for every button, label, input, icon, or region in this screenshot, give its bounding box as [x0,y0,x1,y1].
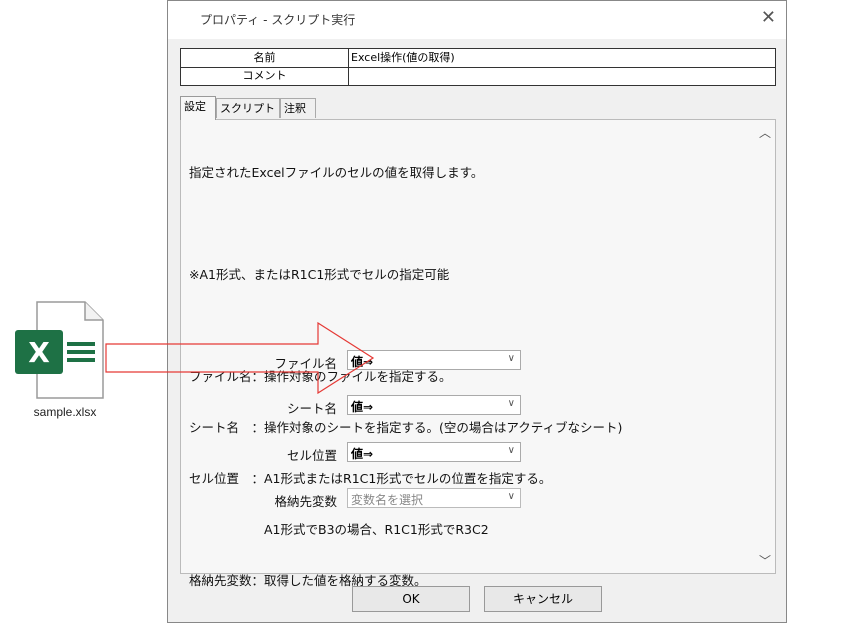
cancel-button[interactable]: キャンセル [484,586,602,612]
cell-position-value: 値⇒ [351,447,374,461]
store-variable-placeholder: 変数名を選択 [351,493,424,507]
description-line: セル位置 ：A1形式またはR1C1形式でセルの位置を指定する。 [189,471,552,486]
title-bar: プロパティ - スクリプト実行 ✕ [168,1,786,39]
excel-file-icon[interactable]: X [15,300,105,400]
tab-script[interactable]: スクリプト [216,98,280,118]
description-text: 指定されたExcelファイルのセルの値を取得します。 ​ ※A1形式、またはR1… [189,130,622,623]
description-line: ​ [189,215,622,232]
close-icon[interactable]: ✕ [761,7,776,28]
comment-label: コメント [181,67,349,85]
tab-settings[interactable]: 設定 [180,96,216,120]
store-variable-field-label: 格納先変数 [274,494,337,509]
file-name-field-label: ファイル名 [274,356,337,371]
ok-button[interactable]: OK [352,586,470,612]
comment-row: コメント [181,67,775,85]
chevron-down-icon: ∨ [507,398,515,409]
description-line: 指定されたExcelファイルのセルの値を取得します。 [189,165,484,180]
sheet-name-value: 値⇒ [351,400,374,414]
description-line: シート名 ：操作対象のシートを指定する。(空の場合はアクティブなシート) [189,420,623,435]
properties-dialog: プロパティ - スクリプト実行 ✕ 名前 Excel操作(値の取得) コメント … [167,0,787,623]
store-variable-select[interactable]: 変数名を選択 ∨ [347,488,521,508]
name-value[interactable]: Excel操作(値の取得) [351,49,455,67]
description-line: ​ [189,317,622,334]
file-name-value: 値⇒ [351,355,374,369]
svg-text:X: X [28,336,50,369]
chevron-down-icon: ∨ [507,353,515,364]
file-name-select[interactable]: 値⇒ ∨ [347,350,521,370]
file-name-label: sample.xlsx [33,405,97,419]
scroll-up-icon[interactable]: ︿ [759,124,771,141]
name-label: 名前 [181,49,349,67]
dialog-title: プロパティ - スクリプト実行 [200,13,356,27]
sheet-name-field-label: シート名 [286,401,337,416]
description-line: A1形式でB3の場合、R1C1形式でR3C2 [189,522,489,537]
cell-position-select[interactable]: 値⇒ ∨ [347,442,521,462]
cell-position-field-label: セル位置 [286,448,337,463]
name-row: 名前 Excel操作(値の取得) [181,49,775,68]
sheet-name-select[interactable]: 値⇒ ∨ [347,395,521,415]
chevron-down-icon: ∨ [507,491,515,502]
tab-notes[interactable]: 注釈 [280,98,316,118]
scroll-down-icon[interactable]: ﹀ [759,552,771,569]
description-line: ※A1形式、またはR1C1形式でセルの指定可能 [189,267,450,282]
properties-table: 名前 Excel操作(値の取得) コメント [180,48,776,86]
chevron-down-icon: ∨ [507,445,515,456]
settings-panel: ︿ 指定されたExcelファイルのセルの値を取得します。 ​ ※A1形式、または… [180,119,776,588]
